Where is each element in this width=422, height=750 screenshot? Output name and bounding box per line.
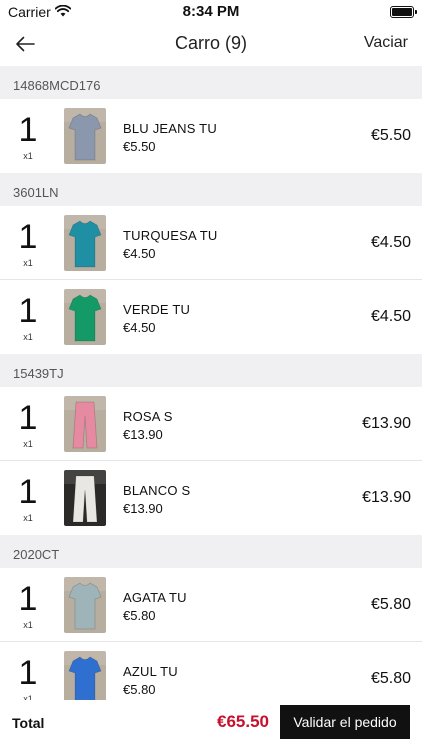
total-value: €65.50 bbox=[217, 712, 269, 731]
unit-price: €5.80 bbox=[123, 608, 156, 623]
item-quantity[interactable]: 1 bbox=[0, 654, 56, 692]
status-time: 8:34 PM bbox=[182, 3, 240, 20]
product-name: BLU JEANS TU bbox=[123, 121, 217, 136]
product-name: AGATA TU bbox=[123, 590, 187, 605]
line-total: €13.90 bbox=[362, 415, 411, 432]
product-name: ROSA S bbox=[123, 409, 173, 424]
product-name: TURQUESA TU bbox=[123, 228, 218, 243]
cart-list: 14868MCD176 1 x1 BLU JEANS TU €5.50 €5.50 3601… bbox=[0, 66, 422, 716]
item-quantity-note: x1 bbox=[23, 620, 33, 630]
section-items: 1 x1 ROSA S €13.90 €13.90 1 x1 BLANCO S €13.90 €1… bbox=[0, 387, 422, 535]
unit-price: €4.50 bbox=[123, 246, 156, 261]
product-thumbnail bbox=[64, 108, 106, 164]
validate-order-button[interactable]: Validar el pedido bbox=[280, 705, 410, 739]
back-button[interactable] bbox=[12, 31, 38, 57]
section-header: 2020CT bbox=[0, 535, 422, 568]
cart-item-row[interactable]: 1 x1 AGATA TU €5.80 €5.80 bbox=[0, 568, 422, 642]
item-quantity[interactable]: 1 bbox=[0, 580, 56, 618]
battery-icon bbox=[390, 6, 417, 18]
unit-price: €5.80 bbox=[123, 682, 156, 697]
cart-item-row[interactable]: 1 x1 TURQUESA TU €4.50 €4.50 bbox=[0, 206, 422, 280]
unit-price: €5.50 bbox=[123, 139, 156, 154]
cart-item-row[interactable]: 1 x1 ROSA S €13.90 €13.90 bbox=[0, 387, 422, 461]
cart-item-row[interactable]: 1 x1 BLANCO S €13.90 €13.90 bbox=[0, 461, 422, 535]
total-label: Total bbox=[12, 715, 45, 731]
line-total: €5.50 bbox=[370, 127, 411, 144]
item-quantity-note: x1 bbox=[23, 439, 33, 449]
section-header: 14868MCD176 bbox=[0, 66, 422, 99]
navigation-bar: Carro (9) Vaciar bbox=[0, 24, 422, 64]
section-header: 3601LN bbox=[0, 173, 422, 206]
product-thumbnail bbox=[64, 651, 106, 707]
line-total: €5.80 bbox=[370, 670, 411, 687]
page-title: Carro (9) bbox=[174, 33, 247, 53]
clear-cart-button[interactable]: Vaciar bbox=[364, 34, 408, 52]
item-quantity-note: x1 bbox=[23, 258, 33, 268]
cart-item-row[interactable]: 1 x1 BLU JEANS TU €5.50 €5.50 bbox=[0, 99, 422, 173]
item-quantity-note: x1 bbox=[23, 151, 33, 161]
line-total: €5.80 bbox=[370, 596, 411, 613]
product-name: VERDE TU bbox=[123, 302, 191, 317]
section-items: 1 x1 TURQUESA TU €4.50 €4.50 1 x1 VERDE TU €4.50… bbox=[0, 206, 422, 354]
line-total: €4.50 bbox=[370, 234, 411, 251]
unit-price: €13.90 bbox=[123, 501, 163, 516]
section-header: 15439TJ bbox=[0, 354, 422, 387]
section-items: 1 x1 BLU JEANS TU €5.50 €5.50 bbox=[0, 99, 422, 173]
cart-item-row[interactable]: 1 x1 VERDE TU €4.50 €4.50 bbox=[0, 280, 422, 354]
product-thumbnail bbox=[64, 577, 106, 633]
product-thumbnail bbox=[64, 470, 106, 526]
arrow-left-icon bbox=[16, 36, 35, 52]
line-total: €4.50 bbox=[370, 308, 411, 325]
unit-price: €4.50 bbox=[123, 320, 156, 335]
unit-price: €13.90 bbox=[123, 427, 163, 442]
product-thumbnail bbox=[64, 215, 106, 271]
order-footer: Total €65.50 Validar el pedido bbox=[0, 700, 422, 750]
item-quantity-note: x1 bbox=[23, 332, 33, 342]
section-items: 1 x1 AGATA TU €5.80 €5.80 1 x1 AZUL TU €5.80 €5.8… bbox=[0, 568, 422, 716]
status-bar: Carrier 8:34 PM bbox=[0, 0, 422, 24]
line-total: €13.90 bbox=[362, 489, 411, 506]
product-thumbnail bbox=[64, 396, 106, 452]
item-quantity-note: x1 bbox=[23, 513, 33, 523]
product-name: AZUL TU bbox=[123, 664, 178, 679]
product-thumbnail bbox=[64, 289, 106, 345]
item-quantity[interactable]: 1 bbox=[0, 292, 56, 330]
product-name: BLANCO S bbox=[123, 483, 191, 498]
item-quantity[interactable]: 1 bbox=[0, 399, 56, 437]
item-quantity[interactable]: 1 bbox=[0, 111, 56, 149]
item-quantity[interactable]: 1 bbox=[0, 473, 56, 511]
item-quantity[interactable]: 1 bbox=[0, 218, 56, 256]
